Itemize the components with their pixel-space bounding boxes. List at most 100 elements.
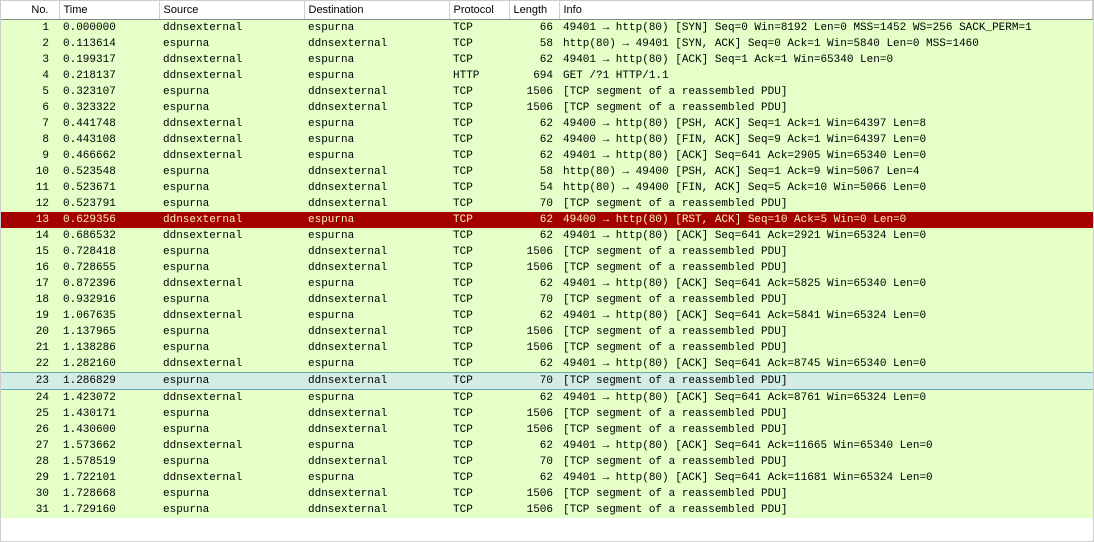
cell-protocol: TCP — [449, 196, 509, 212]
cell-source: espurna — [159, 164, 304, 180]
cell-destination: ddnsexternal — [304, 406, 449, 422]
col-source[interactable]: Source — [159, 1, 304, 20]
cell-info: 49400 → http(80) [FIN, ACK] Seq=9 Ack=1 … — [559, 132, 1093, 148]
header-row: No. Time Source Destination Protocol Len… — [1, 1, 1093, 20]
table-row[interactable]: 80.443108ddnsexternalespurnaTCP6249400 →… — [1, 132, 1093, 148]
col-time[interactable]: Time — [59, 1, 159, 20]
cell-length: 62 — [509, 148, 559, 164]
table-row[interactable]: 231.286829espurnaddnsexternalTCP70[TCP s… — [1, 373, 1093, 390]
cell-destination: ddnsexternal — [304, 196, 449, 212]
cell-length: 1506 — [509, 406, 559, 422]
cell-time: 1.573662 — [59, 438, 159, 454]
cell-info: 49401 → http(80) [ACK] Seq=641 Ack=5825 … — [559, 276, 1093, 292]
table-row[interactable]: 10.000000ddnsexternalespurnaTCP6649401 →… — [1, 20, 1093, 37]
table-row[interactable]: 160.728655espurnaddnsexternalTCP1506[TCP… — [1, 260, 1093, 276]
col-length[interactable]: Length — [509, 1, 559, 20]
table-row[interactable]: 90.466662ddnsexternalespurnaTCP6249401 →… — [1, 148, 1093, 164]
table-row[interactable]: 201.137965espurnaddnsexternalTCP1506[TCP… — [1, 324, 1093, 340]
cell-destination: espurna — [304, 228, 449, 244]
table-row[interactable]: 281.578519espurnaddnsexternalTCP70[TCP s… — [1, 454, 1093, 470]
cell-protocol: TCP — [449, 276, 509, 292]
cell-info: 49401 → http(80) [ACK] Seq=641 Ack=2921 … — [559, 228, 1093, 244]
table-row[interactable]: 140.686532ddnsexternalespurnaTCP6249401 … — [1, 228, 1093, 244]
cell-source: espurna — [159, 244, 304, 260]
table-row[interactable]: 211.138286espurnaddnsexternalTCP1506[TCP… — [1, 340, 1093, 356]
cell-destination: espurna — [304, 212, 449, 228]
table-row[interactable]: 120.523791espurnaddnsexternalTCP70[TCP s… — [1, 196, 1093, 212]
table-row[interactable]: 271.573662ddnsexternalespurnaTCP6249401 … — [1, 438, 1093, 454]
table-row[interactable]: 100.523548espurnaddnsexternalTCP58http(8… — [1, 164, 1093, 180]
table-row[interactable]: 50.323107espurnaddnsexternalTCP1506[TCP … — [1, 84, 1093, 100]
table-row[interactable]: 60.323322espurnaddnsexternalTCP1506[TCP … — [1, 100, 1093, 116]
cell-protocol: TCP — [449, 180, 509, 196]
cell-time: 0.113614 — [59, 36, 159, 52]
table-row[interactable]: 20.113614espurnaddnsexternalTCP58http(80… — [1, 36, 1093, 52]
cell-protocol: TCP — [449, 308, 509, 324]
cell-no: 18 — [1, 292, 59, 308]
cell-no: 5 — [1, 84, 59, 100]
table-row[interactable]: 30.199317ddnsexternalespurnaTCP6249401 →… — [1, 52, 1093, 68]
table-row[interactable]: 311.729160espurnaddnsexternalTCP1506[TCP… — [1, 502, 1093, 518]
cell-no: 11 — [1, 180, 59, 196]
cell-source: espurna — [159, 486, 304, 502]
cell-time: 0.218137 — [59, 68, 159, 84]
cell-length: 66 — [509, 20, 559, 37]
table-row[interactable]: 70.441748ddnsexternalespurnaTCP6249400 →… — [1, 116, 1093, 132]
cell-protocol: TCP — [449, 52, 509, 68]
cell-info: [TCP segment of a reassembled PDU] — [559, 340, 1093, 356]
cell-no: 30 — [1, 486, 59, 502]
cell-source: ddnsexternal — [159, 228, 304, 244]
cell-source: espurna — [159, 292, 304, 308]
cell-destination: ddnsexternal — [304, 292, 449, 308]
table-row[interactable]: 191.067635ddnsexternalespurnaTCP6249401 … — [1, 308, 1093, 324]
cell-info: 49401 → http(80) [ACK] Seq=641 Ack=8745 … — [559, 356, 1093, 373]
cell-source: espurna — [159, 324, 304, 340]
table-row[interactable]: 291.722101ddnsexternalespurnaTCP6249401 … — [1, 470, 1093, 486]
cell-source: ddnsexternal — [159, 132, 304, 148]
cell-no: 20 — [1, 324, 59, 340]
table-row[interactable]: 261.430600espurnaddnsexternalTCP1506[TCP… — [1, 422, 1093, 438]
table-row[interactable]: 110.523671espurnaddnsexternalTCP54http(8… — [1, 180, 1093, 196]
cell-info: 49401 → http(80) [ACK] Seq=641 Ack=8761 … — [559, 390, 1093, 407]
cell-source: ddnsexternal — [159, 356, 304, 373]
table-row[interactable]: 40.218137ddnsexternalespurnaHTTP694GET /… — [1, 68, 1093, 84]
table-row[interactable]: 221.282160ddnsexternalespurnaTCP6249401 … — [1, 356, 1093, 373]
table-row[interactable]: 241.423072ddnsexternalespurnaTCP6249401 … — [1, 390, 1093, 407]
cell-info: 49401 → http(80) [ACK] Seq=641 Ack=11665… — [559, 438, 1093, 454]
table-row[interactable]: 150.728418espurnaddnsexternalTCP1506[TCP… — [1, 244, 1093, 260]
cell-time: 0.523791 — [59, 196, 159, 212]
cell-source: espurna — [159, 422, 304, 438]
table-row[interactable]: 301.728668espurnaddnsexternalTCP1506[TCP… — [1, 486, 1093, 502]
cell-length: 1506 — [509, 84, 559, 100]
cell-time: 0.686532 — [59, 228, 159, 244]
col-destination[interactable]: Destination — [304, 1, 449, 20]
cell-info: [TCP segment of a reassembled PDU] — [559, 324, 1093, 340]
table-row[interactable]: 130.629356ddnsexternalespurnaTCP6249400 … — [1, 212, 1093, 228]
cell-time: 0.728418 — [59, 244, 159, 260]
cell-info: [TCP segment of a reassembled PDU] — [559, 100, 1093, 116]
cell-length: 1506 — [509, 422, 559, 438]
col-protocol[interactable]: Protocol — [449, 1, 509, 20]
col-no[interactable]: No. — [1, 1, 59, 20]
cell-destination: espurna — [304, 20, 449, 37]
col-info[interactable]: Info — [559, 1, 1093, 20]
table-row[interactable]: 180.932916espurnaddnsexternalTCP70[TCP s… — [1, 292, 1093, 308]
cell-protocol: TCP — [449, 100, 509, 116]
cell-time: 1.578519 — [59, 454, 159, 470]
cell-no: 14 — [1, 228, 59, 244]
table-row[interactable]: 251.430171espurnaddnsexternalTCP1506[TCP… — [1, 406, 1093, 422]
cell-length: 62 — [509, 52, 559, 68]
cell-no: 6 — [1, 100, 59, 116]
cell-no: 12 — [1, 196, 59, 212]
cell-time: 1.729160 — [59, 502, 159, 518]
cell-info: http(80) → 49400 [PSH, ACK] Seq=1 Ack=9 … — [559, 164, 1093, 180]
cell-time: 0.523548 — [59, 164, 159, 180]
cell-destination: ddnsexternal — [304, 324, 449, 340]
cell-length: 1506 — [509, 260, 559, 276]
packet-list[interactable]: No. Time Source Destination Protocol Len… — [0, 0, 1094, 542]
cell-length: 1506 — [509, 100, 559, 116]
table-row[interactable]: 170.872396ddnsexternalespurnaTCP6249401 … — [1, 276, 1093, 292]
cell-time: 0.000000 — [59, 20, 159, 37]
packet-table: No. Time Source Destination Protocol Len… — [1, 1, 1093, 518]
cell-no: 10 — [1, 164, 59, 180]
